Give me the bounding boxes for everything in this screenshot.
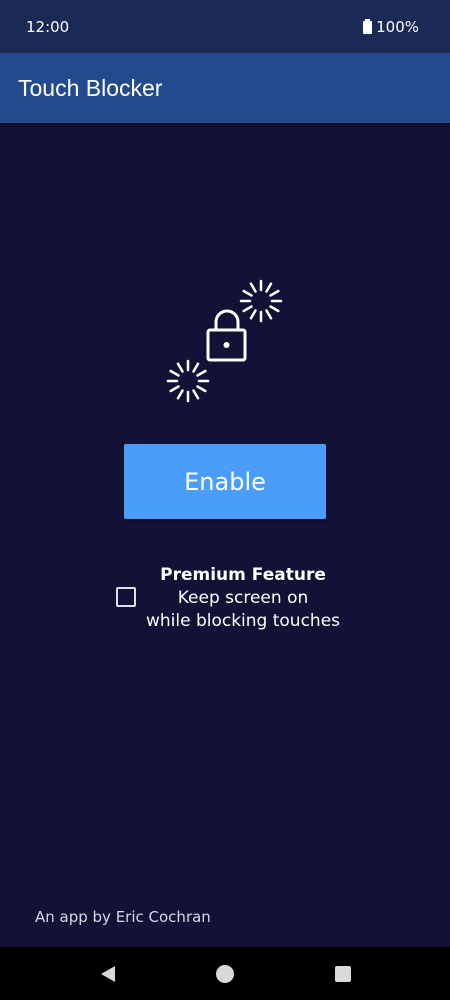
status-right: 100% bbox=[363, 18, 419, 36]
battery-icon bbox=[363, 19, 373, 34]
status-time: 12:00 bbox=[26, 17, 70, 36]
enable-button[interactable]: Enable bbox=[124, 444, 326, 519]
lock-keyhole bbox=[223, 342, 230, 348]
sparkle-bottom-icon bbox=[166, 359, 210, 403]
app-screen: 12:00 100% Touch Blocker Enable Premium … bbox=[0, 0, 450, 1000]
battery-percentage: 100% bbox=[376, 17, 419, 36]
lock-icon bbox=[206, 309, 247, 362]
lock-with-sparkles-icon bbox=[166, 279, 283, 403]
navigation-bar bbox=[0, 947, 450, 1000]
recents-icon[interactable] bbox=[333, 964, 353, 984]
premium-feature-row: Premium Feature Keep screen on while blo… bbox=[0, 562, 450, 634]
premium-feature-line-2: while blocking touches bbox=[145, 611, 341, 631]
app-title: Touch Blocker bbox=[18, 74, 163, 101]
premium-feature-text: Premium Feature Keep screen on while blo… bbox=[140, 564, 346, 633]
sparkle-top-icon bbox=[239, 279, 283, 323]
back-icon[interactable] bbox=[98, 964, 118, 984]
app-bar: Touch Blocker bbox=[0, 53, 450, 123]
premium-feature-title: Premium Feature bbox=[160, 565, 326, 585]
keep-screen-on-checkbox[interactable] bbox=[116, 587, 136, 607]
app-credit: An app by Eric Cochran bbox=[35, 908, 211, 926]
status-bar: 12:00 100% bbox=[0, 0, 450, 53]
home-icon[interactable] bbox=[215, 964, 235, 984]
premium-feature-line-1: Keep screen on bbox=[177, 588, 309, 608]
